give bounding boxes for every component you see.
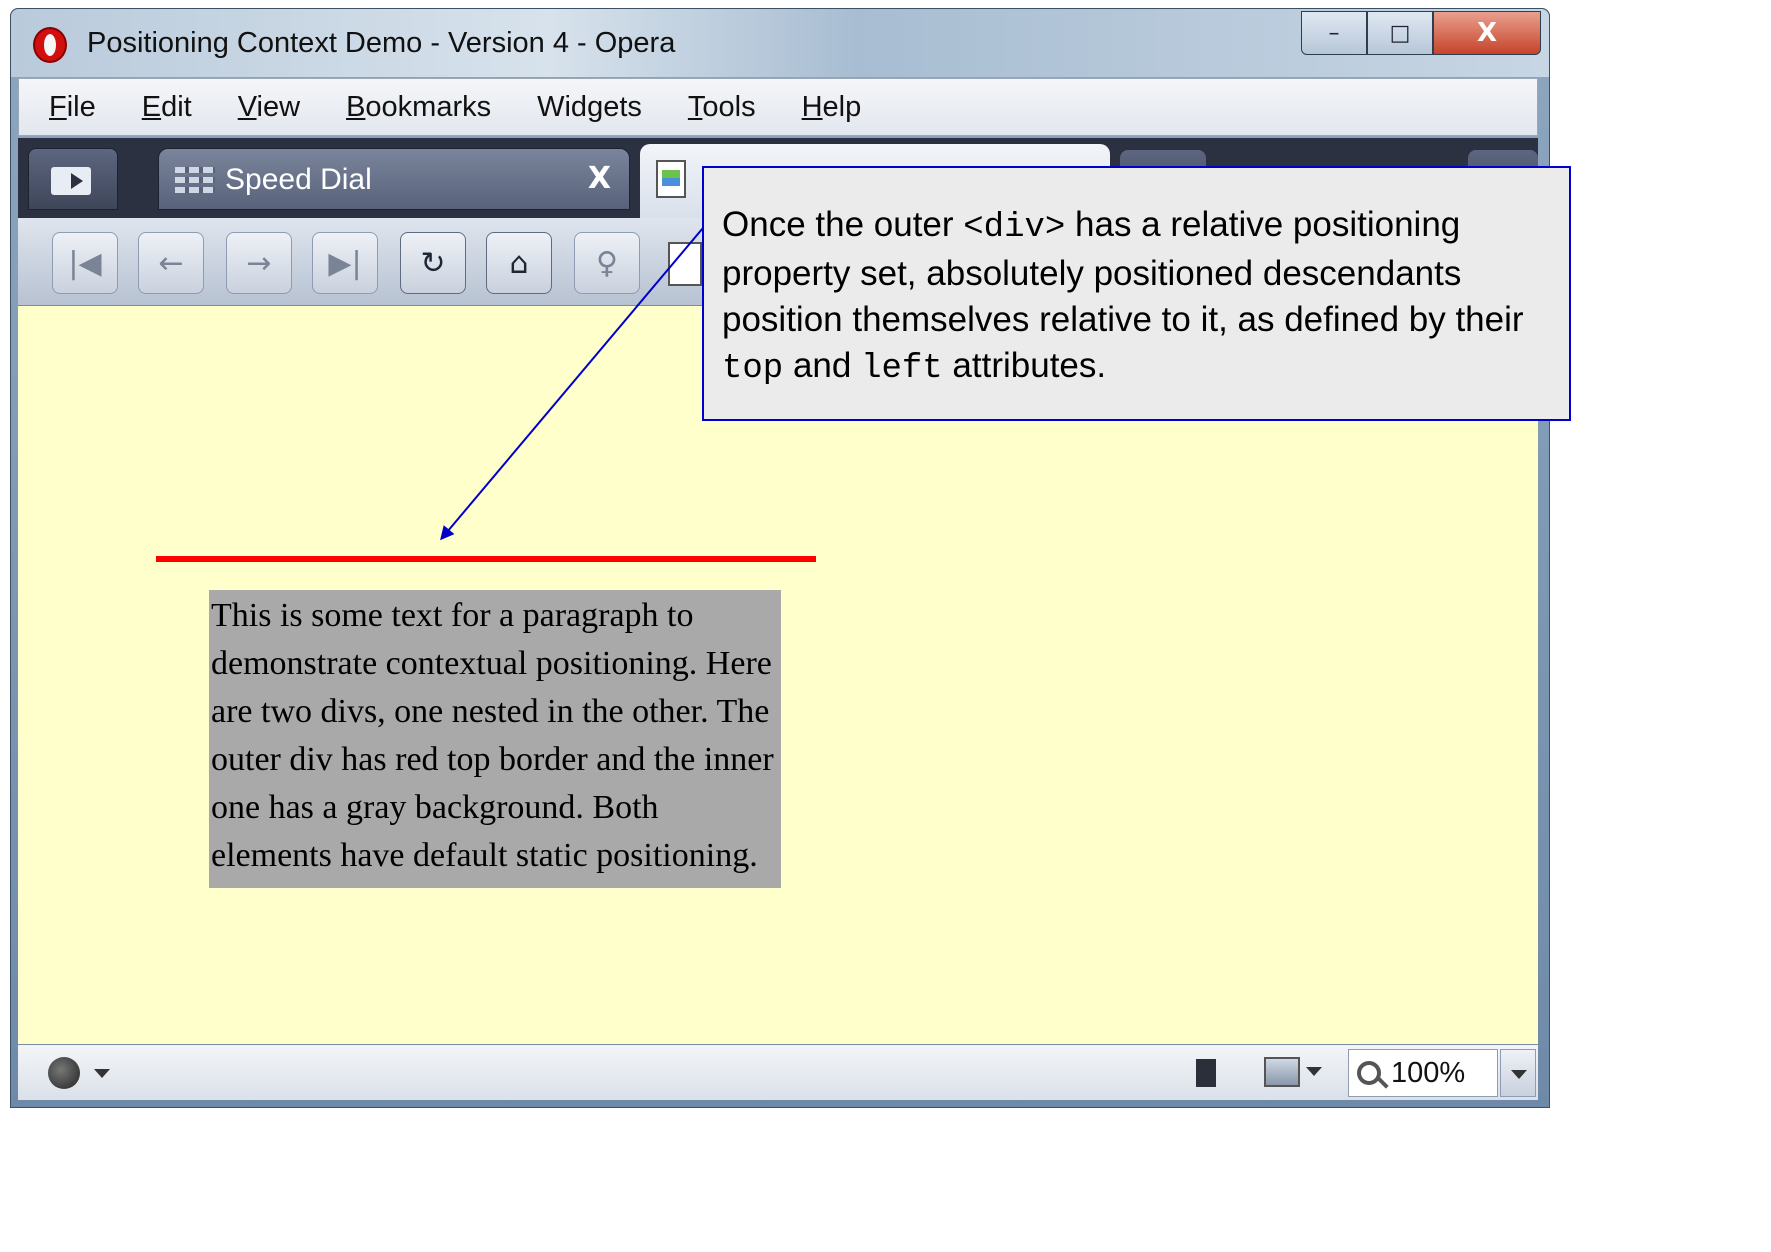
tab-close-button[interactable]: X (588, 161, 611, 196)
close-window-button[interactable]: X (1433, 11, 1541, 55)
tab-speed-dial-label: Speed Dial (225, 163, 372, 196)
annotation-callout: Once the outer <div> has a relative posi… (702, 166, 1571, 421)
callout-text-4: attributes. (942, 346, 1107, 385)
forward-button[interactable]: → (226, 232, 292, 294)
menu-view[interactable]: View (238, 91, 300, 124)
menu-bar: File Edit View Bookmarks Widgets Tools H… (18, 78, 1538, 136)
opera-logo-icon (33, 27, 67, 63)
search-icon (1357, 1061, 1381, 1085)
chevron-down-icon[interactable] (94, 1069, 110, 1078)
wand-key-button[interactable]: ♀ (574, 232, 640, 294)
image-toggle-icon[interactable] (1264, 1057, 1300, 1087)
menu-help[interactable]: Help (802, 91, 862, 124)
reload-button[interactable]: ↻ (400, 232, 466, 294)
home-button[interactable]: ⌂ (486, 232, 552, 294)
zoom-dropdown-button[interactable] (1500, 1049, 1536, 1097)
zoom-level: 100% (1391, 1056, 1466, 1089)
menu-edit[interactable]: Edit (142, 91, 192, 124)
status-bar: 100% (18, 1044, 1538, 1100)
callout-text-3: and (783, 346, 862, 385)
outer-div-red-border (156, 556, 816, 562)
window-title: Positioning Context Demo - Version 4 - O… (87, 27, 676, 59)
maximize-button[interactable]: □ (1367, 11, 1433, 55)
window-controls: – □ X (1301, 11, 1541, 55)
fast-forward-button[interactable]: ▶| (312, 232, 378, 294)
menu-widgets[interactable]: Widgets (537, 91, 642, 124)
rewind-button[interactable]: |◀ (52, 232, 118, 294)
callout-code-left: left (861, 350, 943, 388)
menu-tools[interactable]: Tools (688, 91, 756, 124)
inner-div-paragraph: This is some text for a paragraph to dem… (209, 590, 781, 888)
title-bar[interactable]: Positioning Context Demo - Version 4 - O… (11, 9, 1549, 77)
menu-bookmarks[interactable]: Bookmarks (346, 91, 491, 124)
callout-code-div: <div> (963, 209, 1066, 247)
callout-code-top: top (722, 350, 784, 388)
address-page-icon[interactable] (668, 242, 702, 286)
turbo-icon[interactable] (1186, 1059, 1224, 1089)
back-button[interactable]: ← (138, 232, 204, 294)
chevron-down-icon (1511, 1070, 1527, 1079)
panel-toggle-icon (51, 167, 91, 195)
globe-icon[interactable] (48, 1057, 80, 1089)
chevron-down-icon[interactable] (1306, 1067, 1322, 1076)
tab-speed-dial[interactable]: Speed Dial X (158, 148, 630, 210)
panel-toggle-button[interactable] (28, 148, 118, 210)
minimize-button[interactable]: – (1301, 11, 1367, 55)
page-icon (656, 160, 686, 198)
callout-text-1: Once the outer (722, 205, 964, 244)
speed-dial-grid-icon (175, 167, 215, 193)
zoom-control[interactable]: 100% (1348, 1049, 1498, 1097)
menu-file[interactable]: File (49, 91, 96, 124)
